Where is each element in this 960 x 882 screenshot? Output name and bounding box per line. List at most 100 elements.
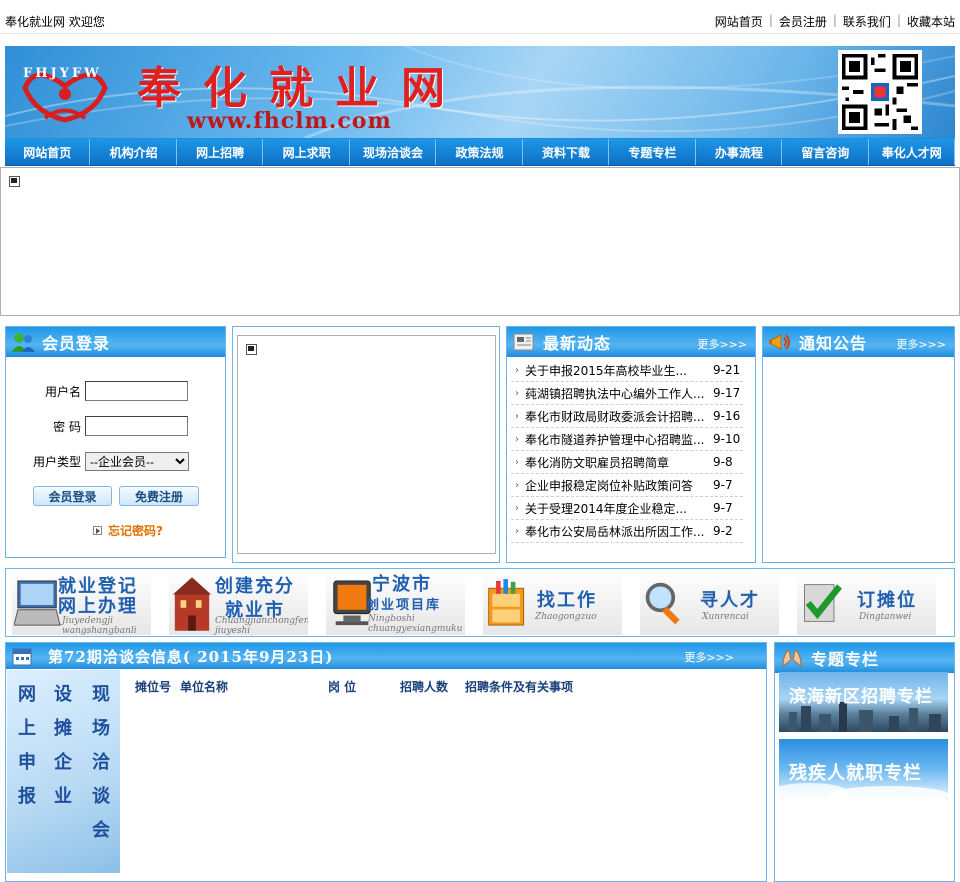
- tile-title: 创建充分: [215, 576, 295, 597]
- magnifier-icon: [645, 582, 680, 625]
- notice-title: 通知公告: [799, 334, 868, 353]
- login-button[interactable]: 会员登录: [33, 486, 112, 506]
- nav-jobseek[interactable]: 网上求职: [264, 139, 350, 165]
- top-link-bookmark[interactable]: 收藏本站: [907, 13, 955, 30]
- list-item[interactable]: › 莼湖镇招聘执法中心编外工作人... 9-17: [511, 382, 743, 405]
- nav-home[interactable]: 网站首页: [5, 139, 91, 165]
- site-title: 奉化就业网: [137, 63, 467, 114]
- tile-find-job[interactable]: 找工作 Zhaogongzuo: [483, 570, 622, 635]
- news-panel: 最新动态 更多>>> › 关于申报2015年高校毕业生... 9-21 › 莼湖镇招聘…: [506, 326, 756, 563]
- news-item-title[interactable]: 奉化市公安局岳林派出所因工作...: [525, 523, 707, 540]
- nav-about[interactable]: 机构介绍: [91, 139, 177, 165]
- flash-banner-area: [0, 167, 960, 316]
- news-item-date: 9-21: [713, 363, 741, 377]
- fair-table-header: 摊位号 单位名称 岗 位 招聘人数 招聘条件及有关事项: [135, 678, 573, 695]
- news-item-title[interactable]: 关于受理2014年度企业稳定...: [525, 500, 707, 517]
- vertical-text: 现场洽谈会: [92, 684, 110, 841]
- tile-title: 创业项目库: [366, 598, 442, 613]
- tile-title: 寻人才: [700, 590, 760, 611]
- nav-process[interactable]: 办事流程: [696, 139, 783, 165]
- news-item-title[interactable]: 莼湖镇招聘执法中心编外工作人...: [525, 385, 707, 402]
- tile-pinyin: Xunrencai: [702, 612, 749, 622]
- logo-lettering: FHJYFW: [23, 66, 102, 81]
- special-title: 专题专栏: [811, 650, 880, 669]
- news-item-date: 9-17: [713, 386, 741, 400]
- nav-recruit[interactable]: 网上招聘: [177, 139, 264, 165]
- bullet-icon: ›: [515, 364, 519, 376]
- notice-more-link[interactable]: 更多>>>: [896, 336, 946, 352]
- bullet-icon: ›: [515, 525, 519, 537]
- top-link-contact[interactable]: 联系我们: [843, 13, 891, 30]
- list-item[interactable]: › 关于申报2015年高校毕业生... 9-21: [511, 359, 743, 382]
- tile-pinyin: Ningboshi chuangyexiangmuku: [368, 614, 463, 634]
- laptop-icon: [14, 580, 61, 626]
- password-row: 密 码: [26, 416, 188, 436]
- tile-startup-projects[interactable]: 宁波市 创业项目库 Ningboshi chuangyexiangmuku: [326, 570, 465, 635]
- tile-title: 网上办理: [58, 596, 138, 617]
- news-item-date: 9-7: [713, 501, 733, 515]
- nav-policy[interactable]: 政策法规: [437, 139, 523, 165]
- news-item-title[interactable]: 关于申报2015年高校毕业生...: [525, 362, 707, 379]
- building-icon: [172, 577, 212, 631]
- tile-online-registration[interactable]: 就业登记 网上办理 Jiuyedengji wangshangbanli: [12, 570, 151, 635]
- login-title: 会员登录: [42, 334, 111, 353]
- usertype-label: 用户类型: [32, 455, 81, 469]
- news-item-date: 9-8: [713, 455, 733, 469]
- column-header: 单位名称: [180, 680, 229, 694]
- list-item[interactable]: › 奉化消防文职雇员招聘简章 9-8: [511, 451, 743, 474]
- news-item-title[interactable]: 奉化市隧道养护管理中心招聘监...: [525, 431, 707, 448]
- checkmark-icon: [804, 584, 842, 622]
- list-item[interactable]: › 奉化市公安局岳林派出所因工作... 9-2: [511, 520, 743, 543]
- username-row: 用户名: [26, 381, 188, 401]
- nav-message[interactable]: 留言咨询: [783, 139, 869, 165]
- column-header: 招聘人数: [400, 680, 449, 694]
- forgot-password-link[interactable]: 忘记密码?: [93, 522, 163, 539]
- top-link-home[interactable]: 网站首页: [715, 13, 763, 30]
- news-item-title[interactable]: 企业申报稳定岗位补贴政策问答: [525, 477, 707, 494]
- tile-title: 找工作: [537, 590, 597, 611]
- center-media-frame: [237, 335, 496, 554]
- feature-tiles: 就业登记 网上办理 Jiuyedengji wangshangbanli 创建充…: [5, 568, 955, 637]
- username-input[interactable]: [85, 381, 188, 401]
- tile-book-booth[interactable]: 订摊位 Dingtanwei: [797, 570, 936, 635]
- special-banner-disabled[interactable]: 残疾人就职专栏: [779, 739, 948, 799]
- login-panel: 会员登录 用户名 密 码 用户类型 --企业会员-- 会员登录 免费注册 忘记密…: [5, 326, 226, 558]
- news-item-date: 9-16: [713, 409, 741, 423]
- tile-full-employment[interactable]: 创建充分 就业市 Chuangjianchongfen jiuyeshi: [169, 570, 308, 635]
- news-item-date: 9-2: [713, 524, 733, 538]
- list-item[interactable]: › 企业申报稳定岗位补贴政策问答 9-7: [511, 474, 743, 497]
- calendar-icon: [12, 648, 32, 666]
- special-banner-binhai[interactable]: 滨海新区招聘专栏: [779, 672, 948, 732]
- top-link-register[interactable]: 会员注册: [779, 13, 827, 30]
- password-label: 密 码: [53, 419, 81, 434]
- nav-special[interactable]: 专题专栏: [610, 139, 696, 165]
- usertype-select[interactable]: --企业会员--: [85, 452, 189, 471]
- tile-title: 订摊位: [857, 590, 917, 611]
- job-fair-side-banner[interactable]: 网上申报 设摊企业 现场洽谈会: [7, 670, 120, 873]
- news-item-title[interactable]: 奉化市财政局财政委派会计招聘...: [525, 408, 707, 425]
- notice-panel: 通知公告 更多>>>: [762, 326, 955, 563]
- divider: |: [896, 13, 901, 27]
- bullet-icon: ›: [515, 502, 519, 514]
- list-item[interactable]: › 关于受理2014年度企业稳定... 9-7: [511, 497, 743, 520]
- news-list: › 关于申报2015年高校毕业生... 9-21 › 莼湖镇招聘执法中心编外工作人..…: [511, 359, 743, 543]
- tile-pinyin: Chuangjianchongfen jiuyeshi: [215, 616, 308, 635]
- nav-talent[interactable]: 奉化人才网: [869, 139, 955, 165]
- register-button[interactable]: 免费注册: [119, 486, 199, 506]
- list-item[interactable]: › 奉化市隧道养护管理中心招聘监... 9-10: [511, 428, 743, 451]
- column-header: 岗 位: [328, 680, 357, 694]
- site-banner: FHJYFW 奉化就业网 www.fhclm.com: [5, 46, 955, 138]
- nav-download[interactable]: 资料下载: [523, 139, 610, 165]
- qr-code-icon: [838, 50, 922, 134]
- job-fair-header: 第72期洽谈会信息( 2015年9月23日) 更多>>>: [6, 643, 766, 669]
- divider: |: [768, 13, 773, 27]
- job-fair-title: 第72期洽谈会信息( 2015年9月23日): [48, 647, 334, 666]
- tile-find-talent[interactable]: 寻人才 Xunrencai: [640, 570, 779, 635]
- password-input[interactable]: [85, 416, 188, 436]
- news-more-link[interactable]: 更多>>>: [697, 336, 747, 352]
- job-fair-more-link[interactable]: 更多>>>: [684, 649, 734, 665]
- list-item[interactable]: › 奉化市财政局财政委派会计招聘... 9-16: [511, 405, 743, 428]
- news-item-title[interactable]: 奉化消防文职雇员招聘简章: [525, 454, 707, 471]
- nav-jobfair[interactable]: 现场洽谈会: [350, 139, 437, 165]
- users-icon: [12, 333, 35, 352]
